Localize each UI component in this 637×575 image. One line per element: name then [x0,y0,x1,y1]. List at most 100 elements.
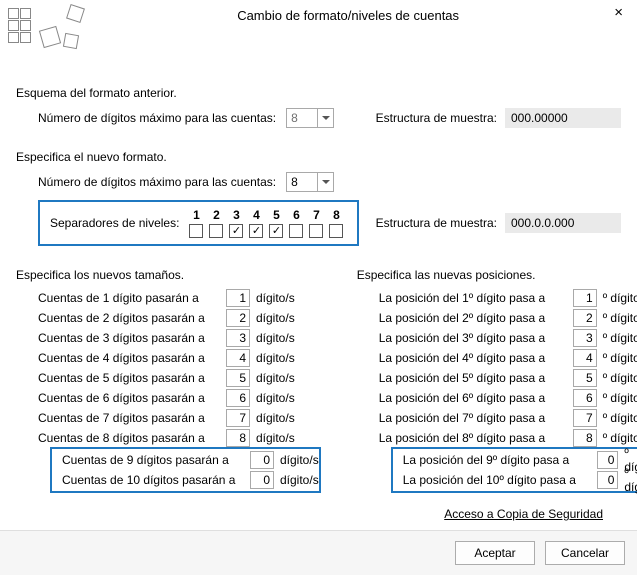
right-row-input-7[interactable]: 7 [573,409,597,427]
left-row-input-3[interactable]: 3 [226,329,250,347]
prev-structure-value: 000.00000 [505,108,621,128]
right-row-unit: º dígito [624,466,637,494]
right-row-label: La posición del 5º dígito pasa a [379,371,567,385]
backup-link[interactable]: Acceso a Copia de Seguridad [16,507,603,521]
left-row-label: Cuentas de 5 dígitos pasarán a [38,371,220,385]
dialog-title: Cambio de formato/niveles de cuentas [86,6,610,23]
right-row-label: La posición del 7º dígito pasa a [379,411,567,425]
new-structure-label: Estructura de muestra: [376,216,505,230]
new-max-digits-value: 8 [291,175,298,189]
left-row-input-2[interactable]: 2 [226,309,250,327]
chevron-down-icon [317,109,333,127]
right-row-input-4[interactable]: 4 [573,349,597,367]
left-row-unit: dígito/s [256,311,295,325]
left-row-input-8[interactable]: 8 [226,429,250,447]
left-row-label: Cuentas de 8 dígitos pasarán a [38,431,220,445]
section-new-format: Especifica el nuevo formato. [16,150,621,164]
sep-checkbox-7[interactable] [309,224,323,238]
right-row-input-2[interactable]: 2 [573,309,597,327]
left-row-input-7[interactable]: 7 [226,409,250,427]
left-row-label: Cuentas de 4 dígitos pasarán a [38,351,220,365]
right-row-input-10[interactable]: 0 [597,471,619,489]
right-row-unit: º dígito [603,331,637,345]
right-row-label: La posición del 4º dígito pasa a [379,351,567,365]
sep-col-number: 3 [233,208,240,222]
left-row-unit: dígito/s [256,391,295,405]
new-max-digits-select[interactable]: 8 [286,172,334,192]
right-row-unit: º dígito [603,391,637,405]
prev-max-digits-value: 8 [291,111,298,125]
left-row-label: Cuentas de 10 dígitos pasarán a [62,473,244,487]
positions-header: Especifica las nuevas posiciones. [357,268,637,282]
prev-structure-label: Estructura de muestra: [376,111,505,125]
left-row-unit: dígito/s [256,331,295,345]
sep-checkbox-6[interactable] [289,224,303,238]
prev-max-digits-label: Número de dígitos máximo para las cuenta… [38,111,276,125]
left-row-input-9[interactable]: 0 [250,451,274,469]
right-row-label: La posición del 1º dígito pasa a [379,291,567,305]
right-row-input-6[interactable]: 6 [573,389,597,407]
left-row-input-4[interactable]: 4 [226,349,250,367]
right-row-input-5[interactable]: 5 [573,369,597,387]
right-row-label: La posición del 10º dígito pasa a [403,473,591,487]
right-row-input-8[interactable]: 8 [573,429,597,447]
left-row-unit: dígito/s [256,431,295,445]
right-row-label: La posición del 9º dígito pasa a [403,453,591,467]
left-row-label: Cuentas de 1 dígito pasarán a [38,291,220,305]
left-row-input-1[interactable]: 1 [226,289,250,307]
right-row-input-1[interactable]: 1 [573,289,597,307]
app-icon [6,6,86,54]
right-row-input-9[interactable]: 0 [597,451,619,469]
right-row-unit: º dígito [603,351,637,365]
left-row-label: Cuentas de 3 dígitos pasarán a [38,331,220,345]
sep-checkbox-1[interactable] [189,224,203,238]
sep-col-number: 5 [273,208,280,222]
level-separators-label: Separadores de niveles: [50,216,179,230]
left-row-unit: dígito/s [256,291,295,305]
section-prev-format: Esquema del formato anterior. [16,86,621,100]
left-row-unit: dígito/s [256,411,295,425]
sep-col-number: 1 [193,208,200,222]
right-row-unit: º dígito [603,311,637,325]
new-max-digits-label: Número de dígitos máximo para las cuenta… [38,175,276,189]
close-icon[interactable]: × [610,6,627,20]
right-row-unit: º dígito [603,371,637,385]
sizes-header: Especifica los nuevos tamaños. [16,268,321,282]
sep-checkbox-3[interactable]: ✓ [229,224,243,238]
right-highlight-group: La posición del 9º dígito pasa a 0 º dígit… [391,447,637,493]
left-row-label: Cuentas de 9 dígitos pasarán a [62,453,244,467]
new-structure-value: 000.0.0.000 [505,213,621,233]
left-row-input-6[interactable]: 6 [226,389,250,407]
sep-col-number: 6 [293,208,300,222]
sep-col-number: 8 [333,208,340,222]
left-row-unit: dígito/s [256,351,295,365]
left-row-unit: dígito/s [280,473,319,487]
right-row-label: La posición del 6º dígito pasa a [379,391,567,405]
left-row-label: Cuentas de 2 dígitos pasarán a [38,311,220,325]
prev-max-digits-select: 8 [286,108,334,128]
sep-checkbox-4[interactable]: ✓ [249,224,263,238]
left-row-label: Cuentas de 7 dígitos pasarán a [38,411,220,425]
right-row-unit: º dígito [603,411,637,425]
left-row-label: Cuentas de 6 dígitos pasarán a [38,391,220,405]
right-row-unit: º dígito [603,431,637,445]
cancel-button[interactable]: Cancelar [545,541,625,565]
left-row-input-5[interactable]: 5 [226,369,250,387]
sep-col-number: 4 [253,208,260,222]
left-row-unit: dígito/s [256,371,295,385]
sep-checkbox-5[interactable]: ✓ [269,224,283,238]
right-row-label: La posición del 8º dígito pasa a [379,431,567,445]
level-separators-group: Separadores de niveles: 123✓4✓5✓678 [38,200,359,246]
accept-button[interactable]: Aceptar [455,541,535,565]
sep-checkbox-2[interactable] [209,224,223,238]
right-row-label: La posición del 2º dígito pasa a [379,311,567,325]
left-highlight-group: Cuentas de 9 dígitos pasarán a 0 dígito/s C… [50,447,321,493]
left-row-unit: dígito/s [280,453,319,467]
right-row-label: La posición del 3º dígito pasa a [379,331,567,345]
chevron-down-icon [317,173,333,191]
right-row-input-3[interactable]: 3 [573,329,597,347]
left-row-input-10[interactable]: 0 [250,471,274,489]
sep-checkbox-8[interactable] [329,224,343,238]
sep-col-number: 2 [213,208,220,222]
right-row-unit: º dígito [603,291,637,305]
